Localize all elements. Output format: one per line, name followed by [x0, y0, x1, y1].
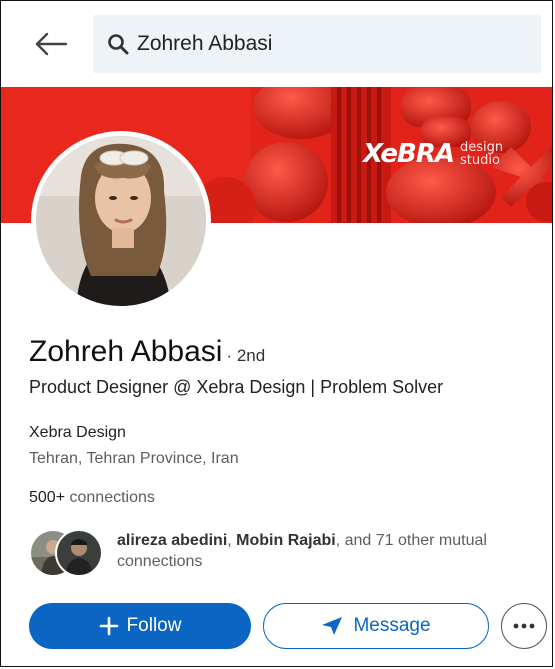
follow-label: Follow	[126, 615, 182, 636]
more-options-button[interactable]	[501, 603, 547, 649]
profile-location: Tehran, Tehran Province, Iran	[29, 450, 239, 467]
back-arrow-icon	[35, 32, 68, 56]
profile-company[interactable]: Xebra Design	[29, 424, 126, 442]
top-bar: Zohreh Abbasi	[1, 1, 552, 87]
profile-name: Zohreh Abbasi	[29, 335, 223, 368]
connections-label: connections	[69, 489, 155, 506]
mutual-separator: ,	[227, 532, 237, 549]
message-button[interactable]: Message	[263, 603, 489, 649]
search-input[interactable]: Zohreh Abbasi	[93, 15, 541, 73]
mutual-name-1: alireza abedini	[117, 532, 228, 549]
brand-logo-sub-2: studio	[459, 153, 500, 168]
connection-degree: · 2nd	[226, 346, 266, 365]
mutual-avatars	[29, 529, 105, 577]
name-row: Zohreh Abbasi · 2nd	[29, 335, 265, 369]
search-icon	[107, 32, 131, 56]
send-icon	[322, 617, 343, 635]
search-query: Zohreh Abbasi	[137, 32, 273, 55]
connections-count[interactable]: 500+ connections	[29, 489, 155, 507]
plus-icon	[99, 616, 118, 636]
profile-headline: Product Designer @ Xebra Design | Proble…	[29, 377, 444, 397]
back-button[interactable]	[23, 21, 79, 67]
follow-button[interactable]: Follow	[29, 603, 251, 649]
mutual-connections-text: alireza abedini, Mobin Rajabi, and 71 ot…	[117, 530, 527, 572]
profile-screen: Zohreh Abbasi XeBRA design studio Zohreh…	[0, 0, 553, 667]
mutual-connections[interactable]: alireza abedini, Mobin Rajabi, and 71 ot…	[29, 525, 529, 581]
mutual-avatar-2	[55, 529, 103, 577]
profile-avatar[interactable]	[31, 131, 211, 311]
brand-logo-sub: design studio	[460, 141, 503, 167]
avatar-photo	[36, 136, 206, 306]
more-dots-icon	[513, 623, 535, 629]
brand-logo-main: XeBRA	[363, 139, 455, 169]
mutual-name-2: Mobin Rajabi	[236, 532, 336, 549]
brand-logo: XeBRA design studio	[363, 139, 503, 169]
message-label: Message	[353, 615, 431, 636]
connections-number: 500+	[29, 489, 66, 506]
